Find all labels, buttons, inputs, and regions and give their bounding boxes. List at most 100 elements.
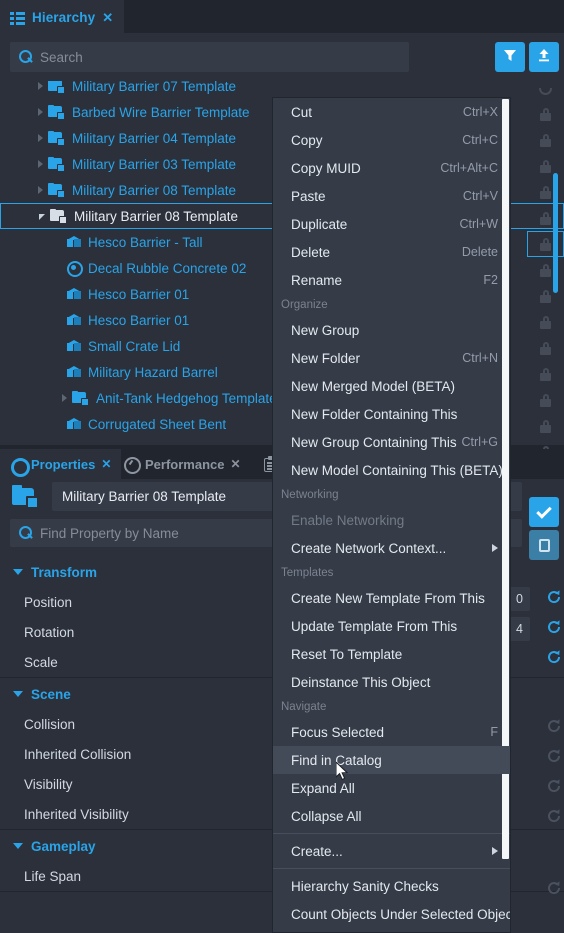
chevron-right-icon[interactable]: [38, 160, 43, 168]
context-menu[interactable]: Cut Ctrl+X Copy Ctrl+C Copy MUID Ctrl+Alt+C Pa…: [272, 97, 511, 933]
lock-icon: [540, 289, 551, 303]
lock-toggle[interactable]: [527, 387, 564, 413]
lock-icon: [540, 211, 551, 225]
menu-item-new-folder-containing-this[interactable]: New Folder Containing This: [273, 400, 510, 428]
menu-item-expand-all[interactable]: Expand All: [273, 774, 510, 802]
close-icon[interactable]: ✕: [230, 457, 240, 471]
visibility-toggle[interactable]: [527, 81, 564, 101]
menu-item-rename[interactable]: Rename F2: [273, 266, 510, 294]
menu-item-cut[interactable]: Cut Ctrl+X: [273, 98, 510, 126]
reset-button[interactable]: [545, 879, 563, 897]
reset-button[interactable]: [545, 717, 563, 735]
tab-hierarchy[interactable]: Hierarchy ✕: [0, 0, 125, 33]
upload-icon: [536, 47, 552, 68]
chevron-down-icon[interactable]: [13, 569, 23, 575]
chevron-down-icon[interactable]: [13, 843, 23, 849]
tree-item-label: Small Crate Lid: [88, 338, 181, 354]
mesh-cube-icon: [67, 417, 81, 431]
checkbox-toggle[interactable]: [529, 497, 559, 527]
lock-toggle[interactable]: [527, 127, 564, 153]
lock-toggle[interactable]: [527, 413, 564, 439]
paste-button[interactable]: [529, 530, 559, 560]
lock-toggle[interactable]: [527, 335, 564, 361]
reset-button[interactable]: [545, 747, 563, 765]
menu-item-new-folder[interactable]: New Folder Ctrl+N: [273, 344, 510, 372]
chevron-down-icon[interactable]: [13, 691, 23, 697]
menu-item-label: Create New Template From This: [291, 590, 485, 606]
menu-item-new-group[interactable]: New Group: [273, 316, 510, 344]
search-icon: [19, 526, 33, 540]
chevron-down-icon[interactable]: [39, 214, 45, 220]
reset-button[interactable]: [545, 588, 563, 606]
lock-toggle[interactable]: [527, 101, 564, 127]
tree-item-label: Decal Rubble Concrete 02: [88, 260, 247, 276]
hierarchy-scrollbar[interactable]: [553, 173, 558, 293]
menu-item-new-merged-model-beta[interactable]: New Merged Model (BETA): [273, 372, 510, 400]
filter-button[interactable]: [495, 42, 525, 72]
reset-button[interactable]: [545, 777, 563, 795]
tree-item-label: Hesco Barrier 01: [88, 286, 190, 302]
tab-properties[interactable]: Properties ✕: [0, 449, 122, 479]
chevron-right-icon[interactable]: [38, 108, 43, 116]
lock-toggle[interactable]: [527, 179, 564, 205]
chevron-right-icon[interactable]: [38, 186, 43, 194]
menu-item-label: Reset To Template: [291, 646, 403, 662]
lock-toggle[interactable]: [527, 231, 564, 257]
lock-icon: [540, 263, 551, 277]
menu-item-hierarchy-sanity-checks[interactable]: Hierarchy Sanity Checks: [273, 872, 510, 900]
lock-toggle[interactable]: [527, 283, 564, 309]
menu-item-label: New Model Containing This (BETA): [291, 462, 503, 478]
property-label: Position: [24, 594, 73, 610]
menu-item-create-network-context[interactable]: Create Network Context...: [273, 534, 510, 562]
menu-item-update-template-from-this[interactable]: Update Template From This: [273, 612, 510, 640]
close-icon[interactable]: ✕: [102, 11, 113, 24]
menu-item-collapse-all[interactable]: Collapse All: [273, 802, 510, 830]
menu-shortcut: Ctrl+X: [462, 105, 498, 119]
menu-item-count-objects-under-selected-object[interactable]: Count Objects Under Selected Object: [273, 900, 510, 928]
menu-shortcut: Ctrl+G: [461, 435, 498, 449]
lock-toggle[interactable]: [527, 257, 564, 283]
reset-button[interactable]: [545, 618, 563, 636]
tab-performance[interactable]: Performance ✕: [114, 449, 251, 479]
lock-toggle[interactable]: [527, 205, 564, 231]
menu-item-duplicate[interactable]: Duplicate Ctrl+W: [273, 210, 510, 238]
menu-item-paste[interactable]: Paste Ctrl+V: [273, 182, 510, 210]
tree-item-label: Barbed Wire Barrier Template: [72, 104, 250, 120]
lock-toggle[interactable]: [527, 309, 564, 335]
close-icon[interactable]: ✕: [101, 457, 111, 471]
mesh-cube-icon: [67, 313, 81, 327]
menu-item-new-model-containing-this-beta[interactable]: New Model Containing This (BETA): [273, 456, 510, 484]
chevron-right-icon[interactable]: [38, 82, 43, 90]
menu-item-find-in-catalog[interactable]: Find in Catalog: [273, 746, 510, 774]
reset-arrow-icon: [545, 717, 563, 735]
lock-toggle[interactable]: [527, 361, 564, 387]
menu-item-copy-muid[interactable]: Copy MUID Ctrl+Alt+C: [273, 154, 510, 182]
menu-item-create-new-template-from-this[interactable]: Create New Template From This: [273, 584, 510, 612]
menu-item-label: New Group: [291, 322, 360, 338]
lock-icon: [540, 341, 551, 355]
performance-gauge-icon: [124, 456, 141, 474]
tab-label: Properties: [31, 456, 96, 472]
hierarchy-search[interactable]: Search: [10, 42, 409, 72]
property-label: Rotation: [24, 624, 75, 640]
reset-button[interactable]: [545, 807, 563, 825]
menu-item-create[interactable]: Create...: [273, 837, 510, 865]
property-label: Collision: [24, 716, 76, 732]
menu-item-label: Cut: [291, 104, 313, 120]
chevron-right-icon[interactable]: [62, 394, 67, 402]
menu-item-reset-to-template[interactable]: Reset To Template: [273, 640, 510, 668]
menu-item-label: Delete: [291, 244, 331, 260]
menu-item-deinstance-this-object[interactable]: Deinstance This Object: [273, 668, 510, 696]
search-icon: [19, 50, 33, 64]
menu-item-new-group-containing-this[interactable]: New Group Containing This Ctrl+G: [273, 428, 510, 456]
menu-item-copy[interactable]: Copy Ctrl+C: [273, 126, 510, 154]
reset-button[interactable]: [545, 648, 563, 666]
menu-item-focus-selected[interactable]: Focus Selected F: [273, 718, 510, 746]
menu-item-delete[interactable]: Delete Delete: [273, 238, 510, 266]
lock-toggle[interactable]: [527, 153, 564, 179]
chevron-right-icon[interactable]: [38, 134, 43, 142]
menu-item-label: Focus Selected: [291, 724, 385, 740]
upload-button[interactable]: [529, 42, 559, 72]
menu-item-label: New Group Containing This: [291, 434, 457, 450]
template-folder-icon: [48, 183, 65, 198]
